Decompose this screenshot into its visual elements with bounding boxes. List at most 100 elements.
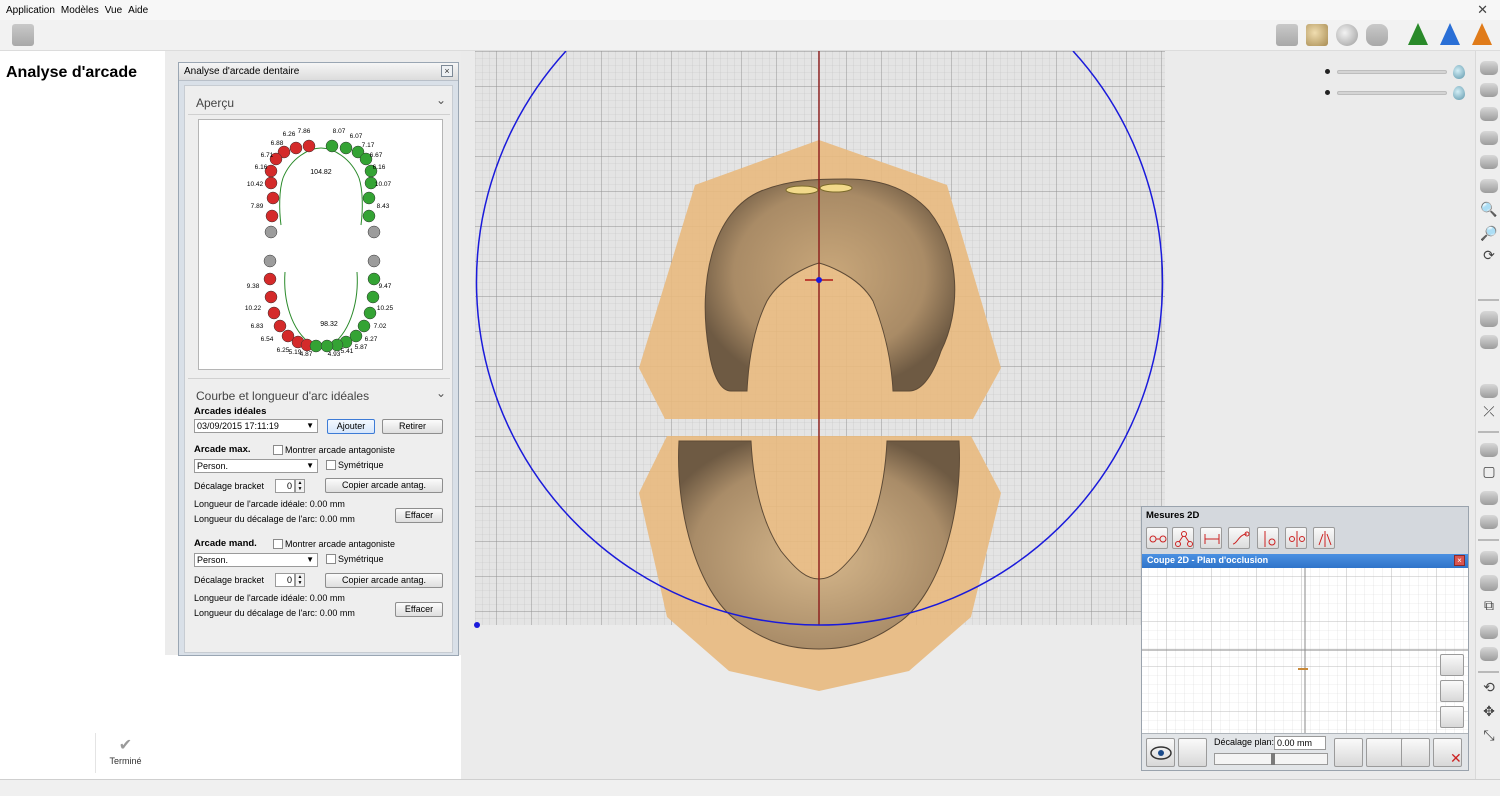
cube-view-icon[interactable] bbox=[1334, 738, 1363, 767]
tooth-width-label: 7.17 bbox=[362, 142, 375, 149]
view-bottom-icon[interactable] bbox=[1480, 83, 1498, 97]
slider-thumb[interactable] bbox=[1271, 753, 1275, 765]
curve-tool-icon[interactable] bbox=[1228, 527, 1250, 549]
max-copy-antag-button[interactable]: Copier arcade antag. bbox=[325, 478, 443, 493]
max-clear-button[interactable]: Effacer bbox=[395, 508, 443, 523]
window-close-icon[interactable]: ✕ bbox=[1477, 2, 1488, 18]
tooth-drop-icon[interactable] bbox=[1401, 738, 1430, 767]
tooth bbox=[302, 139, 316, 153]
menu-aide[interactable]: Aide bbox=[125, 5, 151, 16]
distance-tool-icon[interactable] bbox=[1146, 527, 1168, 549]
model-texture-icon[interactable] bbox=[1480, 335, 1498, 349]
slider-track[interactable] bbox=[1337, 91, 1447, 95]
mand-arch-type-select[interactable]: Person. ▼ bbox=[194, 553, 318, 567]
transparency-slider-upper[interactable] bbox=[1325, 65, 1475, 79]
arrows-icon[interactable]: ⤫ bbox=[1479, 403, 1499, 420]
done-button[interactable]: ✔ Terminé bbox=[95, 733, 155, 773]
dialog-titlebar[interactable]: Analyse d'arcade dentaire × bbox=[179, 63, 458, 81]
line-tool-icon[interactable] bbox=[1200, 527, 1222, 549]
project-icon[interactable] bbox=[12, 24, 34, 46]
cylinder-icon[interactable] bbox=[1480, 491, 1498, 505]
rotate-view-icon[interactable]: ⟲ bbox=[1479, 679, 1499, 696]
chevron-down-icon[interactable]: ⌄ bbox=[436, 93, 446, 107]
pan-icon[interactable]: ✥ bbox=[1479, 703, 1499, 720]
copy-icon[interactable]: ⧉ bbox=[1479, 597, 1499, 614]
svg-text:✕: ✕ bbox=[1450, 751, 1462, 767]
max-symmetric-checkbox[interactable] bbox=[326, 460, 336, 470]
mand-clear-button[interactable]: Effacer bbox=[395, 602, 443, 617]
view-front-icon[interactable] bbox=[1480, 107, 1498, 121]
plane-reset-icon[interactable] bbox=[1440, 680, 1464, 702]
view-left-icon[interactable] bbox=[1480, 155, 1498, 169]
remove-button[interactable]: Retirer bbox=[382, 419, 443, 434]
view-top-icon[interactable] bbox=[1480, 61, 1498, 75]
chevron-down-icon[interactable]: ⌄ bbox=[436, 386, 446, 400]
mand-offset-spinner-icon[interactable]: ▲ ▼ bbox=[295, 573, 305, 587]
zoom-1to1-icon[interactable]: 🔎 bbox=[1479, 225, 1499, 242]
vertical-tool-icon[interactable] bbox=[1257, 527, 1279, 549]
view-back-icon[interactable] bbox=[1480, 131, 1498, 145]
rotate-icon[interactable]: ⟳ bbox=[1479, 247, 1499, 264]
layers-icon[interactable] bbox=[1480, 551, 1498, 565]
tooth-model-icon[interactable] bbox=[1306, 24, 1328, 46]
max-offset-spinner-icon[interactable]: ▲ ▼ bbox=[295, 479, 305, 493]
symmetry-tool-icon[interactable] bbox=[1313, 527, 1335, 549]
plane-offset-slider[interactable] bbox=[1214, 753, 1328, 765]
center-tool-icon[interactable] bbox=[1285, 527, 1307, 549]
eye-icon[interactable] bbox=[1146, 738, 1175, 767]
plane-zoom-icon[interactable] bbox=[1440, 706, 1464, 728]
mand-copy-antag-button[interactable]: Copier arcade antag. bbox=[325, 573, 443, 588]
section-view[interactable] bbox=[1142, 568, 1468, 733]
circle-handle[interactable] bbox=[474, 622, 480, 628]
cube-icon[interactable] bbox=[1480, 625, 1498, 639]
plane-top-icon[interactable] bbox=[1440, 654, 1464, 676]
max-show-antag-checkbox[interactable] bbox=[273, 445, 283, 455]
slider-track[interactable] bbox=[1337, 70, 1447, 74]
mand-show-antag-checkbox[interactable] bbox=[273, 539, 283, 549]
separator bbox=[188, 378, 450, 379]
view-right-icon[interactable] bbox=[1480, 179, 1498, 193]
delete-icon[interactable]: ✕ bbox=[1433, 738, 1462, 767]
drop-icon[interactable] bbox=[1453, 65, 1465, 79]
section-close-icon[interactable]: × bbox=[1454, 555, 1465, 566]
cut-model-icon[interactable] bbox=[1366, 24, 1388, 46]
transparency-slider-lower[interactable] bbox=[1325, 86, 1475, 100]
menu-vue[interactable]: Vue bbox=[102, 5, 125, 16]
max-offset-input[interactable]: 0 bbox=[275, 479, 295, 493]
plane-offset-input[interactable]: 0.00 mm bbox=[1274, 736, 1326, 750]
jaw-icon[interactable] bbox=[1480, 384, 1498, 398]
center-point[interactable] bbox=[816, 277, 822, 283]
angle-tool-icon[interactable] bbox=[1172, 527, 1194, 549]
menu-modeles[interactable]: Modèles bbox=[58, 5, 102, 16]
zoom-icon[interactable]: ⤡ bbox=[1479, 727, 1499, 744]
tooth-select-icon[interactable] bbox=[1480, 575, 1498, 591]
overview-section-header[interactable]: Aperçu ⌄ bbox=[188, 90, 450, 114]
orange-cone-icon[interactable] bbox=[1472, 23, 1492, 45]
ideal-arches-select[interactable]: 03/09/2015 17:11:19 ▼ bbox=[194, 419, 318, 433]
camera-icon[interactable] bbox=[1480, 515, 1498, 529]
zoom-label-icon[interactable]: 🔍 bbox=[1479, 201, 1499, 218]
menu-application[interactable]: Application bbox=[3, 5, 58, 16]
box-icon[interactable]: ▢ bbox=[1479, 463, 1499, 480]
mand-offset-input[interactable]: 0 bbox=[275, 573, 295, 587]
max-arch-type-select[interactable]: Person. ▼ bbox=[194, 459, 318, 473]
dialog-close-icon[interactable]: × bbox=[441, 65, 453, 77]
separator bbox=[1478, 539, 1499, 541]
lower-arch-model[interactable] bbox=[639, 436, 1001, 691]
disc-icon[interactable] bbox=[1336, 24, 1358, 46]
box3d-icon[interactable] bbox=[1480, 647, 1498, 661]
curve-section-header[interactable]: Courbe et longueur d'arc idéales ⌄ bbox=[188, 383, 450, 407]
tooth-view-icon[interactable] bbox=[1178, 738, 1207, 767]
section-titlebar[interactable]: Coupe 2D - Plan d'occlusion × bbox=[1142, 554, 1468, 568]
green-cone-icon[interactable] bbox=[1408, 23, 1428, 45]
lower-arch-length: 98.32 bbox=[320, 321, 338, 328]
tooth bbox=[366, 290, 380, 304]
blue-cone-icon[interactable] bbox=[1440, 23, 1460, 45]
section-icon[interactable] bbox=[1480, 443, 1498, 457]
model-view-icon[interactable] bbox=[1276, 24, 1298, 46]
model-shade-icon[interactable] bbox=[1480, 311, 1498, 327]
add-button[interactable]: Ajouter bbox=[327, 419, 375, 434]
drop-icon[interactable] bbox=[1453, 86, 1465, 100]
mand-symmetric-checkbox[interactable] bbox=[326, 554, 336, 564]
plane-options-dropdown[interactable] bbox=[1366, 738, 1404, 767]
